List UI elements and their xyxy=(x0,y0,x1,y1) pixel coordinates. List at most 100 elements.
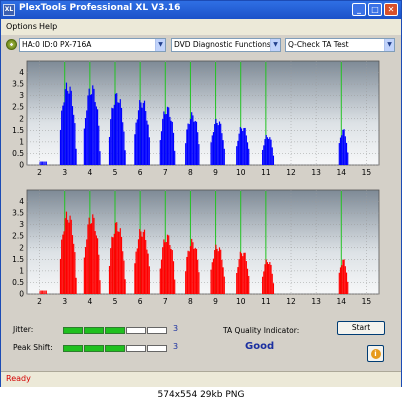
histogram-bar xyxy=(220,123,222,165)
histogram-bar xyxy=(264,139,266,165)
noise-bar xyxy=(39,290,41,294)
histogram-bar xyxy=(347,152,349,165)
histogram-bar xyxy=(63,231,65,294)
histogram-bar xyxy=(147,253,149,294)
x-tick-label: 11 xyxy=(261,297,271,306)
histogram-bar xyxy=(341,265,343,294)
histogram-bar xyxy=(64,218,66,294)
title-bar[interactable]: XL PlexTools Professional XL V3.16 _ □ ✕ xyxy=(1,1,401,19)
jitter-value: 3 xyxy=(173,324,179,333)
histogram-bar xyxy=(59,258,62,294)
histogram-bar xyxy=(135,122,137,165)
histogram-bar xyxy=(269,137,271,165)
histogram-bar xyxy=(159,268,161,294)
histogram-bar xyxy=(94,231,96,294)
disc-drive-icon xyxy=(6,39,17,50)
status-text: Ready xyxy=(6,374,31,383)
plot-area xyxy=(26,60,380,166)
histogram-bar xyxy=(124,279,126,294)
x-tick-label: 13 xyxy=(311,297,321,306)
histogram-bar xyxy=(345,142,348,165)
histogram-bar xyxy=(137,110,140,165)
histogram-bar xyxy=(171,250,173,294)
histogram-bar xyxy=(122,122,124,165)
histogram-bar xyxy=(143,100,146,165)
histogram-bar xyxy=(240,253,243,294)
histogram-bar xyxy=(169,116,171,165)
chart-bottom-panel: 0 0.5 1 1.5 2 2.5 3 3.5 4 2 3 4 5 6 7 8 9 10 11 12 13 14 15 xyxy=(7,186,390,311)
histogram-bar xyxy=(69,215,71,294)
histogram-bar xyxy=(137,239,140,294)
histogram-bar xyxy=(198,272,200,294)
histogram-bar xyxy=(93,88,95,165)
chevron-down-icon[interactable]: ▼ xyxy=(270,39,280,51)
histogram-bar xyxy=(93,217,95,294)
histogram-bar xyxy=(338,143,340,165)
info-button[interactable]: i xyxy=(367,345,384,362)
histogram-bar xyxy=(147,124,149,165)
function-select[interactable]: DVD Diagnostic Functions ▼ xyxy=(171,38,281,52)
histogram-bar xyxy=(221,259,223,294)
histogram-bar xyxy=(187,250,189,294)
histogram-bar xyxy=(112,108,114,165)
histogram-bar xyxy=(65,211,68,294)
histogram-bar xyxy=(246,142,249,165)
menu-options[interactable]: Options xyxy=(6,22,37,31)
y-tick-label: 0.5 xyxy=(12,278,24,287)
maximize-button[interactable]: □ xyxy=(368,3,382,16)
drive-select[interactable]: HA:0 ID:0 PX-716A ▼ xyxy=(19,38,166,52)
main-window: XL PlexTools Professional XL V3.16 _ □ ✕… xyxy=(0,0,402,387)
histogram-bar xyxy=(210,142,212,165)
test-select[interactable]: Q-Check TA Test ▼ xyxy=(285,38,395,52)
histogram-bar xyxy=(174,279,176,294)
close-button[interactable]: ✕ xyxy=(384,3,398,16)
histogram-bar xyxy=(98,254,100,294)
start-button[interactable]: Start xyxy=(337,321,385,335)
histogram-bar xyxy=(174,150,176,165)
x-tick-label: 9 xyxy=(213,168,218,177)
histogram-bar xyxy=(266,137,269,165)
histogram-bar xyxy=(223,276,225,294)
y-tick-label: 0.5 xyxy=(12,149,24,158)
histogram-bar xyxy=(68,222,70,294)
histogram-bar xyxy=(114,222,117,294)
y-tick-label: 2.5 xyxy=(12,103,24,112)
histogram-bar xyxy=(163,239,165,294)
chart-top: 0 0.5 1 1.5 2 2.5 3 3.5 4 2 3 4 5 6 7 8 9 10 11 12 13 14 15 xyxy=(12,60,380,177)
y-tick-label: 4 xyxy=(19,197,24,206)
histogram-bar xyxy=(139,229,141,294)
histogram-bar xyxy=(84,247,87,294)
histogram-bar xyxy=(265,134,267,165)
histogram-bar xyxy=(344,136,346,165)
y-tick-label: 3 xyxy=(19,91,24,100)
histogram-bar xyxy=(116,222,118,294)
histogram-bar xyxy=(73,114,75,165)
x-tick-label: 14 xyxy=(337,168,347,177)
histogram-bar xyxy=(186,256,188,294)
histogram-bar xyxy=(61,110,63,165)
histogram-bar xyxy=(172,132,175,165)
histogram-bar xyxy=(88,217,90,294)
menu-help[interactable]: Help xyxy=(39,22,57,31)
histogram-bar xyxy=(145,111,147,165)
histogram-bar xyxy=(65,82,68,165)
minimize-button[interactable]: _ xyxy=(352,3,366,16)
histogram-bar xyxy=(186,129,188,165)
quality-result: Good xyxy=(245,341,275,352)
histogram-bar xyxy=(74,252,76,294)
menu-bar: Options Help xyxy=(1,19,401,35)
histogram-bar xyxy=(211,135,213,165)
chevron-down-icon[interactable]: ▼ xyxy=(155,39,165,51)
histogram-bar xyxy=(272,283,275,294)
app-icon: XL xyxy=(3,4,15,16)
histogram-bar xyxy=(185,143,187,165)
histogram-bar xyxy=(245,135,247,165)
chevron-down-icon[interactable]: ▼ xyxy=(384,39,394,51)
histogram-bar xyxy=(246,268,249,294)
histogram-bar xyxy=(69,86,71,165)
histogram-bar xyxy=(239,251,241,294)
y-tick-label: 3 xyxy=(19,220,24,229)
histogram-bar xyxy=(236,146,238,165)
histogram-bar xyxy=(345,272,348,294)
y-tick-label: 2 xyxy=(19,243,24,252)
